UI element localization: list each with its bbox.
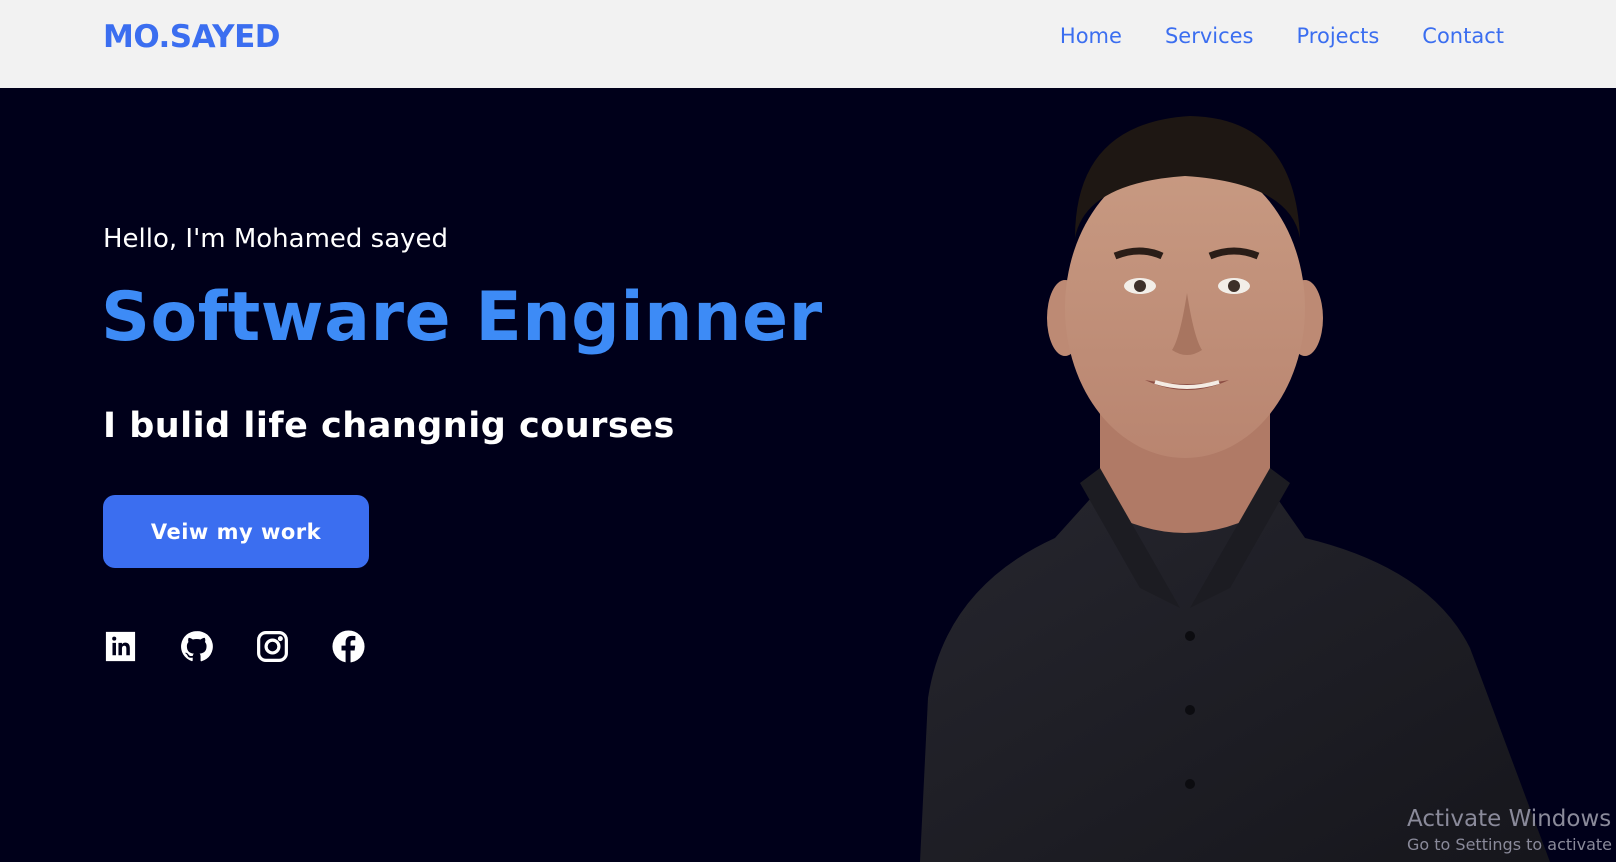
linkedin-icon[interactable] — [103, 629, 138, 664]
instagram-icon[interactable] — [255, 629, 290, 664]
nav-link-home[interactable]: Home — [1060, 24, 1122, 48]
watermark-subtitle: Go to Settings to activate Windows. — [1407, 835, 1616, 854]
navbar: MO.SAYED Home Services Projects Contact — [0, 0, 1616, 88]
nav-links: Home Services Projects Contact — [1060, 24, 1504, 48]
portrait-photo — [920, 116, 1550, 862]
view-my-work-button[interactable]: Veiw my work — [103, 495, 369, 568]
nav-link-contact[interactable]: Contact — [1422, 24, 1504, 48]
hero-greeting: Hello, I'm Mohamed sayed — [103, 224, 449, 254]
social-links — [103, 629, 366, 664]
nav-link-projects[interactable]: Projects — [1297, 24, 1380, 48]
hero-subtitle: I bulid life changnig courses — [103, 406, 675, 446]
github-icon[interactable] — [179, 629, 214, 664]
site-logo[interactable]: MO.SAYED — [103, 19, 281, 55]
hero-section: Hello, I'm Mohamed sayed Software Enginn… — [0, 88, 1616, 862]
hero-title: Software Enginner — [101, 278, 823, 357]
nav-link-services[interactable]: Services — [1165, 24, 1254, 48]
watermark-title: Activate Windows — [1407, 806, 1612, 832]
facebook-icon[interactable] — [331, 629, 366, 664]
windows-activation-watermark: Activate Windows Go to Settings to activ… — [1407, 805, 1616, 857]
